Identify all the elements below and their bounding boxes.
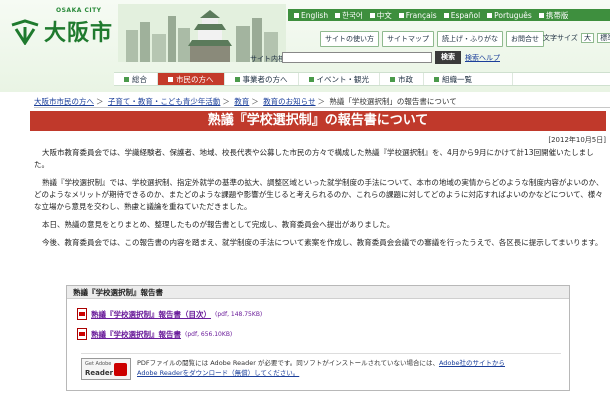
breadcrumb-link[interactable]: 教育 [234,97,249,106]
site-guide-button[interactable]: サイトの使い方 [320,31,379,47]
lang-chinese-link[interactable]: 中文 [369,10,392,21]
font-size-control: 文字サイズ 大 標準 [543,33,610,43]
adobe-download-link[interactable]: Adobe Readerをダウンロード（無償）してください。 [137,369,299,377]
report-file-title[interactable]: 熟議『学校選択制』報告書（目次） [91,309,211,320]
article-body: 大阪市教育委員会では、学識経験者、保護者、地域、校長代表や公募した市民の方々で構… [34,147,606,255]
bullet-icon [308,76,314,82]
bullet-icon [335,12,341,18]
report-file-meta: (pdf, 148.75KB) [215,310,263,318]
font-size-large-button[interactable]: 大 [581,33,595,43]
lang-english-link[interactable]: English [294,11,328,20]
osaka-city-mark-icon [11,19,39,45]
report-file-title[interactable]: 熟議『学校選択制』報告書 [91,329,181,340]
nav-item-events[interactable]: イベント・観光 [299,73,380,85]
nav-item-business[interactable]: 事業者の方へ [225,73,299,85]
nav-item-organizations[interactable]: 組織一覧 [424,73,513,85]
breadcrumb: 大阪市市民の方へ＞ 子育て・教育・こども青少年活動＞ 教育＞ 教育のお知らせ＞ … [34,97,457,106]
bullet-icon [434,76,439,82]
bullet-icon [168,76,173,82]
nav-item-city-government[interactable]: 市政 [380,73,424,85]
get-adobe-reader-button[interactable]: Get Adobe Reader [81,358,131,380]
site-header: OSAKA CITY 大阪市 English 한국어 中文 Français E… [0,0,610,92]
bullet-icon [538,12,544,18]
language-bar: English 한국어 中文 Français Español Portuguê… [288,9,610,21]
report-files-box: 熟議『学校選択制』報告書 熟議『学校選択制』報告書（目次） (pdf, 148.… [66,285,570,391]
breadcrumb-link[interactable]: 子育て・教育・こども青少年活動 [108,97,221,106]
report-heading: 熟議『学校選択制』報告書 [67,286,569,299]
search-button[interactable]: 検索 [435,51,461,64]
pdf-icon [77,308,87,320]
lang-korean-link[interactable]: 한국어 [335,10,363,21]
adobe-badge-top: Get Adobe [85,361,112,367]
utility-links: サイトの使い方 サイトマップ 読上げ・ふりがな お問合せ [320,31,544,47]
report-file-link[interactable]: 熟議『学校選択制』報告書 (pdf, 656.10KB) [77,328,232,340]
search-input[interactable] [282,52,432,63]
pdf-icon [77,328,87,340]
paragraph: 熟議『学校選択制』では、学校選択制、指定外就学の基準の拡大、調整区域といった就学… [34,178,604,211]
bullet-icon [487,12,493,18]
breadcrumb-current: 熟議「学校選択制」の報告書について [329,97,457,106]
paragraph: 今後、教育委員会では、この報告書の内容を踏まえ、就学制度の手法について素案を作成… [42,238,603,247]
logo-subtitle: OSAKA CITY [56,7,102,14]
adobe-notice-line: PDFファイルの閲覧には Adobe Reader が必要です。同ソフトがインス… [137,359,439,367]
adobe-reader-icon [114,363,127,376]
nav-item-general[interactable]: 総合 [114,73,158,85]
bullet-icon [369,12,375,18]
bullet-icon [294,12,299,18]
paragraph: 大阪市教育委員会では、学識経験者、保護者、地域、校長代表や公募した市民の方々で構… [34,148,594,169]
lang-french-link[interactable]: Français [398,11,437,20]
lang-spanish-link[interactable]: Español [443,11,480,20]
adobe-badge-name: Reader [85,369,114,377]
read-aloud-button[interactable]: 読上げ・ふりがな [437,31,503,47]
publish-date: [2012年10月5日] [548,136,606,144]
bullet-icon [398,12,404,18]
adobe-notice-text: PDFファイルの閲覧には Adobe Reader が必要です。同ソフトがインス… [137,358,505,378]
bullet-icon [390,76,395,82]
global-nav: 総合 市民の方へ 事業者の方へ イベント・観光 市政 組織一覧 [114,72,610,86]
logo-name: 大阪市 [44,21,114,46]
page-title: 熟議『学校選択制』の報告書について [30,111,606,131]
sitemap-button[interactable]: サイトマップ [382,31,434,47]
mobile-site-link[interactable]: 携帯版 [538,10,568,21]
bullet-icon [234,76,240,82]
search-help-link[interactable]: 検索ヘルプ [465,53,500,63]
lang-portuguese-link[interactable]: Português [487,11,532,20]
paragraph: 本日、熟議の意見をとりまとめ、整理したものが報告書として完成し、教育委員会へ提出… [42,220,395,229]
font-size-normal-button[interactable]: 標準 [597,33,610,43]
breadcrumb-divider [34,107,610,108]
adobe-reader-notice: Get Adobe Reader PDFファイルの閲覧には Adobe Read… [81,353,561,383]
report-file-link[interactable]: 熟議『学校選択制』報告書（目次） (pdf, 148.75KB) [77,308,262,320]
font-size-label: 文字サイズ [543,34,578,42]
site-logo[interactable]: OSAKA CITY 大阪市 [6,2,116,52]
bullet-icon [443,12,449,18]
breadcrumb-link[interactable]: 教育のお知らせ [263,97,315,106]
breadcrumb-link[interactable]: 大阪市市民の方へ [34,97,94,106]
report-file-meta: (pdf, 656.10KB) [185,330,233,338]
adobe-site-link[interactable]: Adobe社のサイトから [439,359,505,367]
bullet-icon [124,76,129,82]
contact-button[interactable]: お問合せ [506,31,544,47]
nav-item-citizens[interactable]: 市民の方へ [158,73,225,85]
